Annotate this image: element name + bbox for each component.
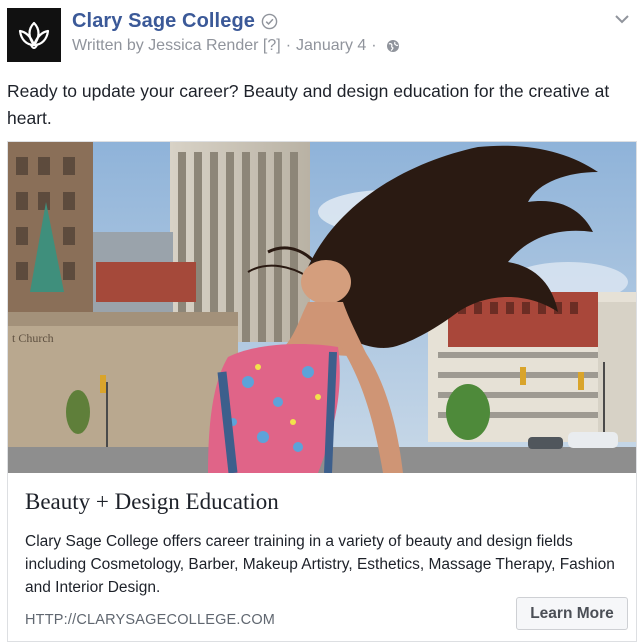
card-url[interactable]: HTTP://CLARYSAGECOLLEGE.COM xyxy=(25,612,275,628)
card-title[interactable]: Beauty + Design Education xyxy=(25,489,279,515)
learn-more-button[interactable]: Learn More xyxy=(516,597,628,630)
page-name-row: Clary Sage College xyxy=(72,8,278,34)
card-description: Clary Sage College offers career trainin… xyxy=(25,533,615,596)
meta-separator: · xyxy=(285,37,292,54)
page-logo[interactable] xyxy=(7,8,61,62)
photo-woman-hair-flip: t Church xyxy=(8,142,636,473)
logo-lotus-icon xyxy=(18,21,50,49)
page-name-link[interactable]: Clary Sage College xyxy=(72,10,255,33)
post-meta: Written by Jessica Render [?] · January … xyxy=(72,37,400,55)
verified-check-icon xyxy=(261,13,278,29)
author-line[interactable]: Written by Jessica Render [?] xyxy=(72,37,281,55)
post-message: Ready to update your career? Beauty and … xyxy=(7,81,610,128)
card-image[interactable]: t Church xyxy=(8,142,636,473)
card-body[interactable]: Beauty + Design Education Clary Sage Col… xyxy=(8,473,636,641)
meta-separator-2: · xyxy=(371,37,377,54)
facebook-post: Clary Sage College Written by Jessica Re… xyxy=(0,0,639,643)
chevron-down-icon[interactable] xyxy=(615,14,629,24)
globe-icon[interactable] xyxy=(386,39,400,53)
post-date-link[interactable]: January 4 xyxy=(296,37,366,55)
church-sign-text: t Church xyxy=(12,331,54,345)
link-preview-card[interactable]: t Church Beauty + Design Education Clary… xyxy=(7,141,637,642)
